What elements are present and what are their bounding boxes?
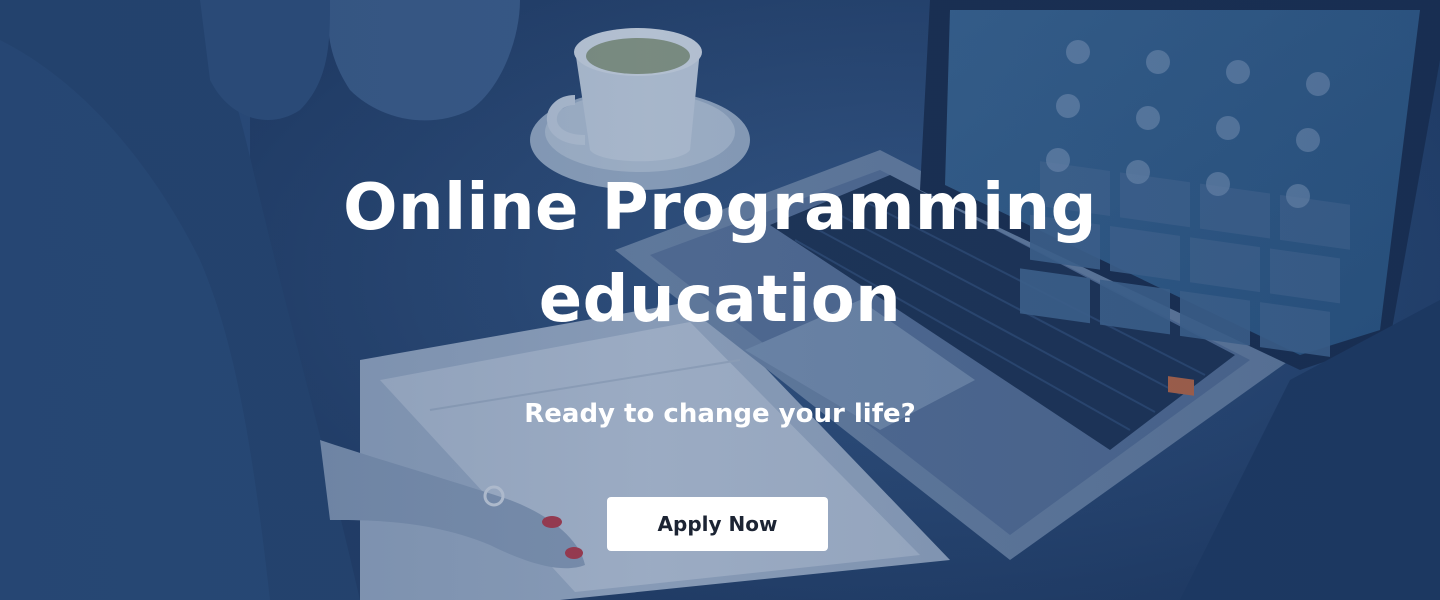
hero-banner: Online Programming education Ready to ch… [0, 0, 1440, 600]
hero-title-line-1: Online Programming [343, 171, 1097, 245]
hero-content: Online Programming education Ready to ch… [0, 0, 1440, 600]
hero-subtitle: Ready to change your life? [524, 399, 916, 429]
apply-now-button[interactable]: Apply Now [607, 497, 828, 551]
hero-title-line-2: education [538, 263, 902, 337]
hero-title: Online Programming education [0, 162, 1440, 346]
